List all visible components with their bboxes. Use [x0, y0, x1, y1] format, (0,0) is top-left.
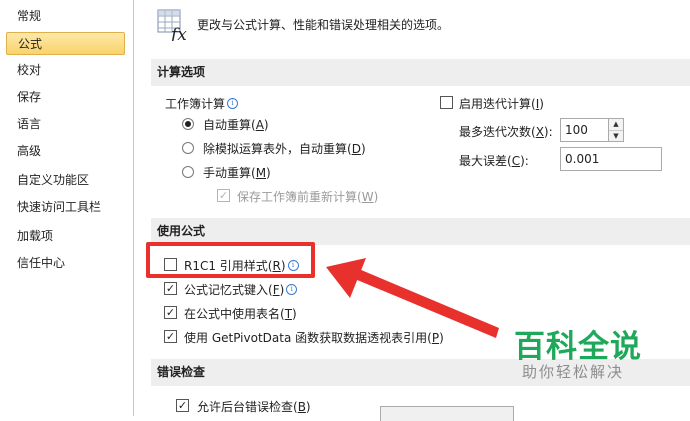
watermark-title: 百科全说: [514, 329, 642, 365]
watermark-subtitle: 助你轻松解决: [522, 363, 625, 381]
